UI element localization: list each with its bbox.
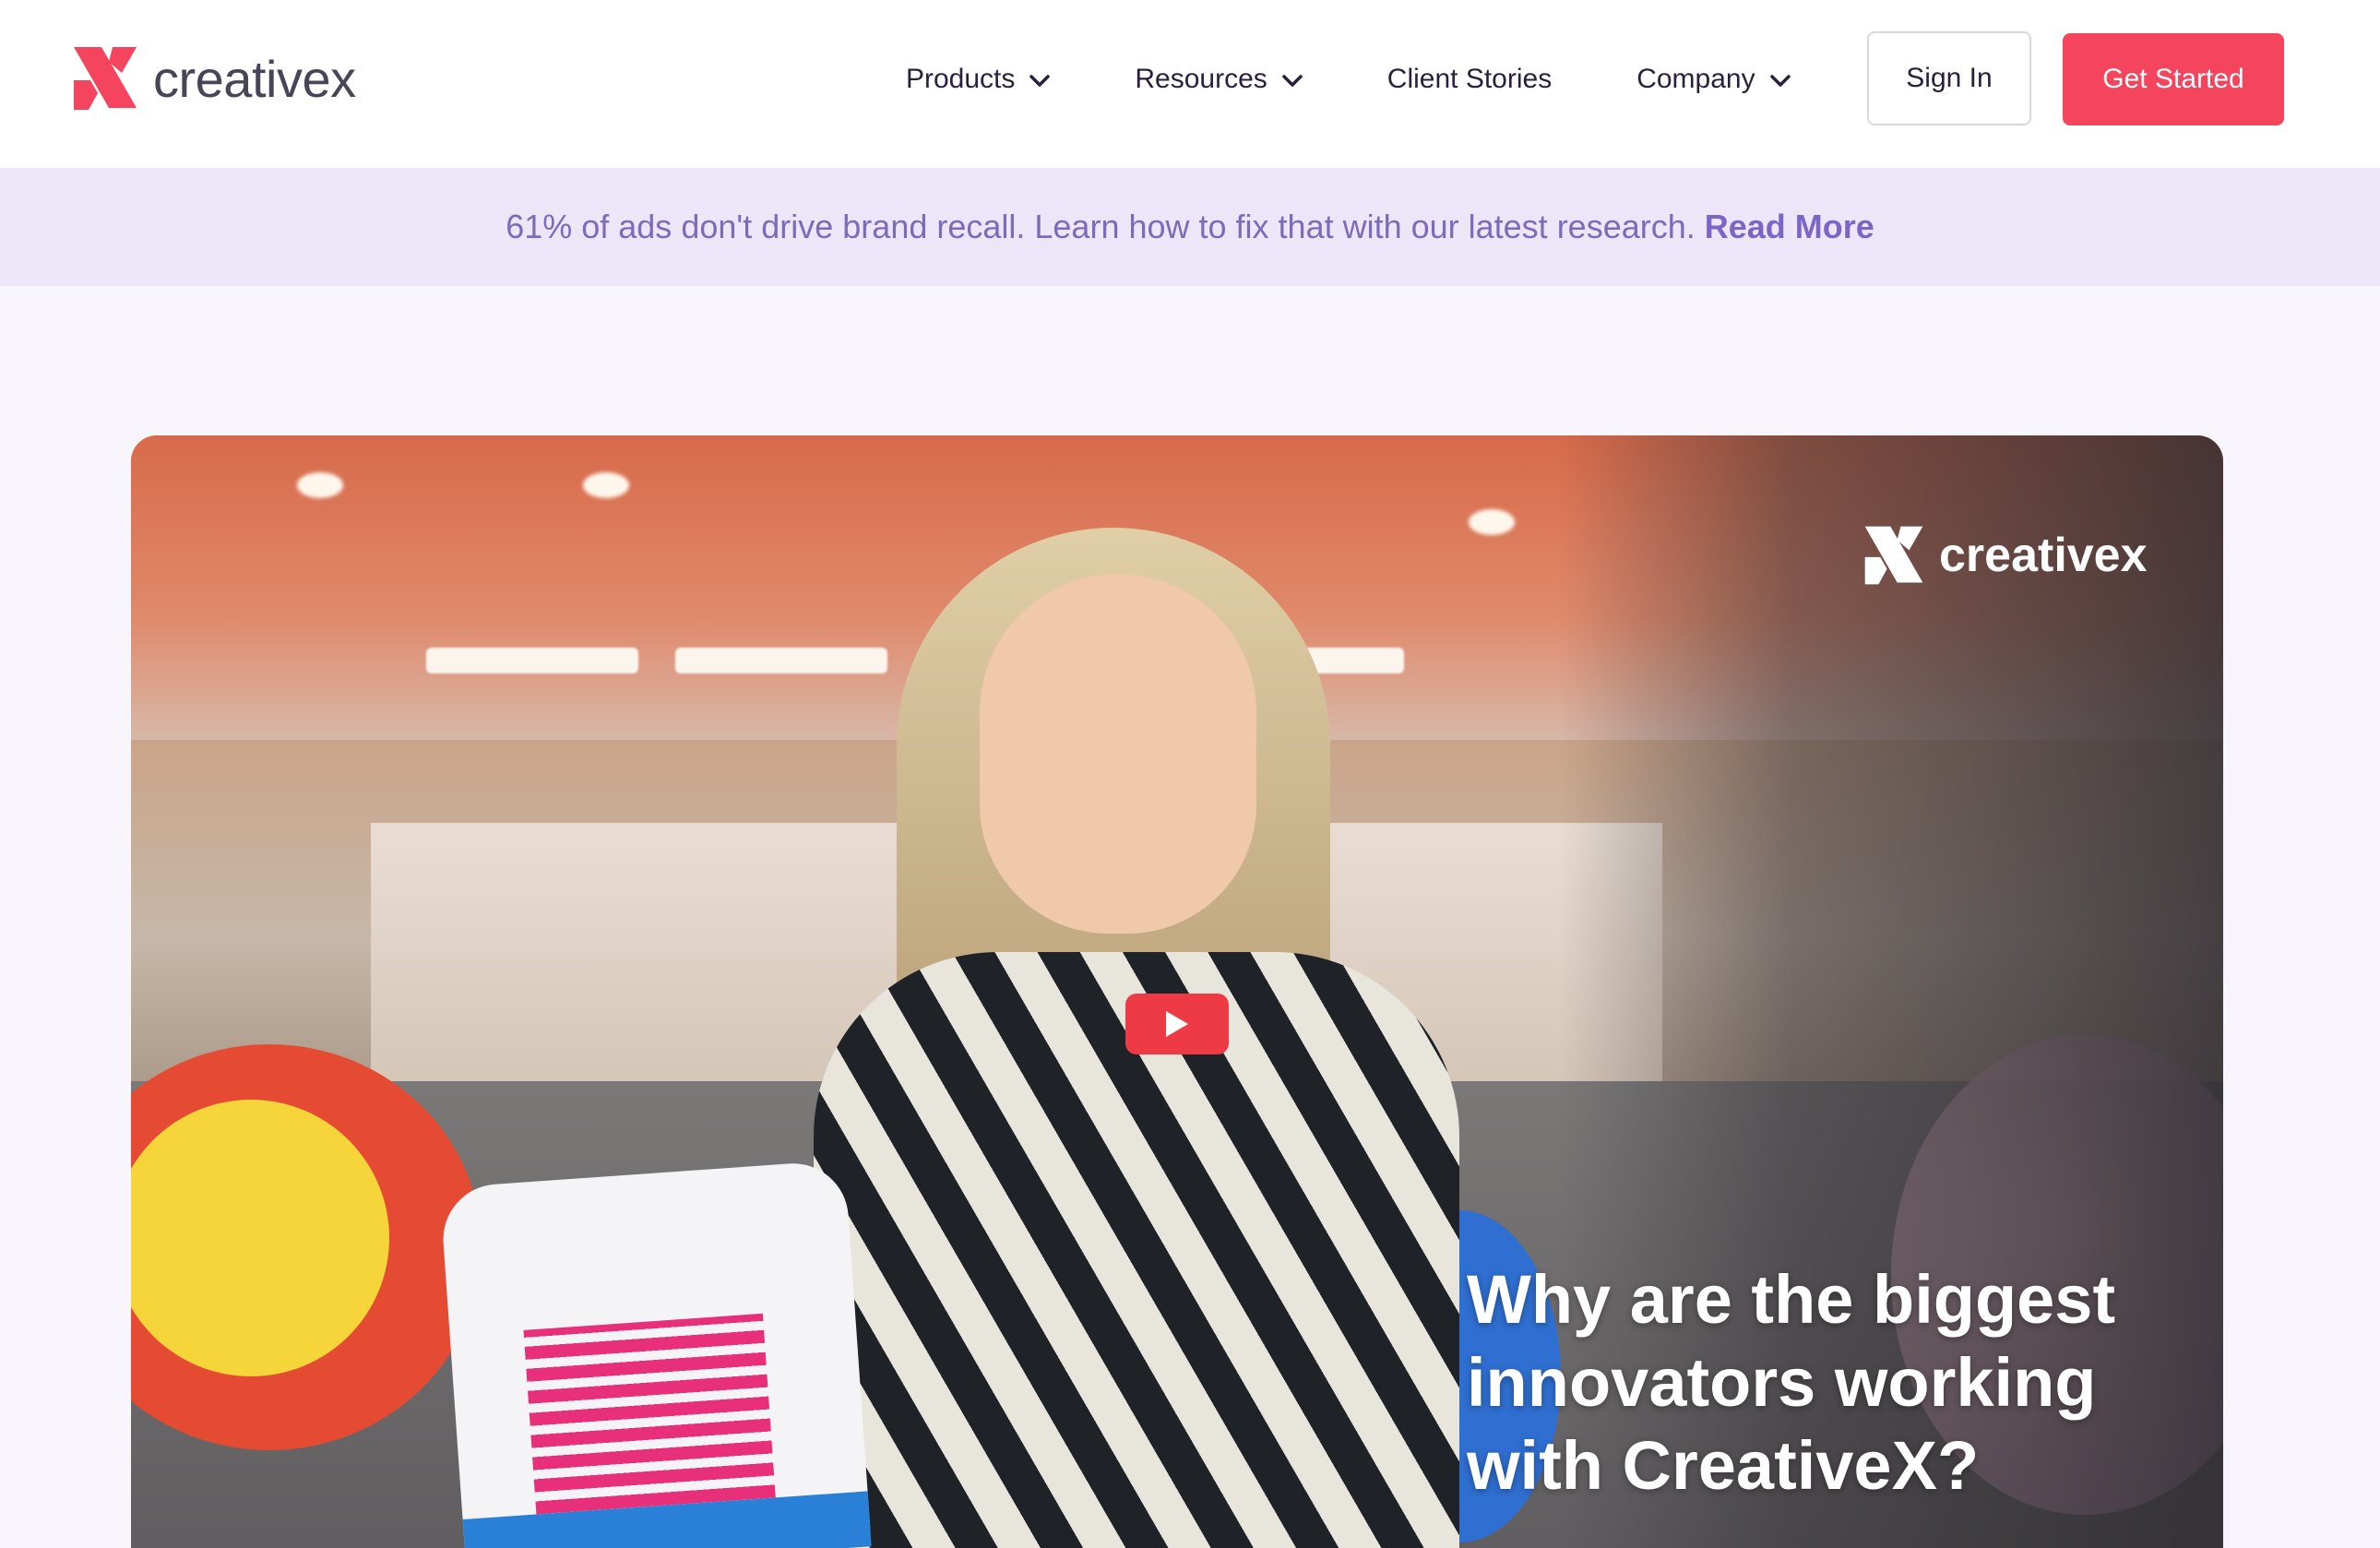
video-logo: creativex: [1862, 520, 2148, 590]
nav-client-stories[interactable]: Client Stories: [1387, 64, 1552, 95]
light-fixture: [675, 648, 887, 673]
play-icon: [1166, 1011, 1188, 1037]
nav-products[interactable]: Products: [906, 64, 1051, 95]
play-button[interactable]: [1125, 994, 1229, 1054]
person-face: [980, 574, 1256, 934]
nav-resources[interactable]: Resources: [1135, 64, 1303, 95]
nav-company-label: Company: [1636, 64, 1755, 94]
creativex-logo-mark-icon: [1864, 526, 1923, 585]
nav-company[interactable]: Company: [1636, 64, 1791, 95]
ceiling-lamp: [297, 472, 343, 498]
get-started-button[interactable]: Get Started: [2063, 33, 2284, 125]
logo-wordmark: creativex: [153, 49, 356, 108]
nav-products-label: Products: [906, 64, 1016, 94]
announcement-banner: 61% of ads don't drive brand recall. Lea…: [0, 168, 2380, 286]
ceiling-lamp: [583, 472, 629, 498]
chevron-down-icon: [1282, 64, 1303, 95]
hero-video[interactable]: creativex Why are the biggest innovators…: [131, 435, 2223, 1548]
main-nav: Products Resources Client Stories Compan…: [906, 0, 1791, 159]
chevron-down-icon: [1029, 64, 1051, 95]
site-header: creativex Products Resources Client Stor…: [0, 0, 2380, 168]
ceiling-lamp: [1469, 509, 1515, 535]
chevron-down-icon: [1769, 64, 1791, 95]
banner-text: 61% of ads don't drive brand recall. Lea…: [506, 208, 1696, 245]
headline-line: with CreativeX?: [1467, 1427, 1980, 1504]
video-headline: Why are the biggest innovators working w…: [1467, 1258, 2186, 1507]
nav-client-stories-label: Client Stories: [1386, 64, 1553, 94]
nav-resources-label: Resources: [1135, 64, 1267, 94]
creativex-logo[interactable]: creativex: [70, 42, 356, 115]
video-logo-wordmark: creativex: [1939, 529, 2148, 582]
read-more-link[interactable]: Read More: [1705, 208, 1874, 246]
headline-line: innovators working: [1467, 1344, 2097, 1421]
light-fixture: [426, 648, 638, 673]
white-pillow: [439, 1160, 875, 1548]
headline-line: Why are the biggest: [1467, 1261, 2116, 1338]
creativex-logo-mark-icon: [74, 47, 137, 110]
sign-in-button[interactable]: Sign In: [1867, 31, 2031, 125]
